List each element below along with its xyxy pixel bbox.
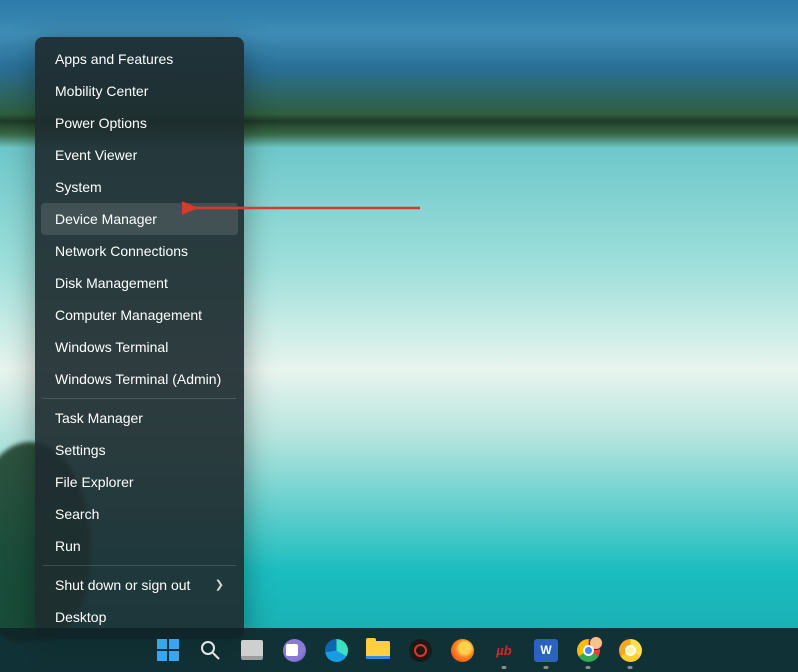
ublock-icon: µb (492, 640, 516, 660)
menu-item-label: Computer Management (55, 299, 202, 331)
menu-search[interactable]: Search (41, 498, 238, 530)
opera-button[interactable] (406, 636, 434, 664)
teams-icon (283, 639, 306, 662)
chrome-canary-button[interactable] (616, 636, 644, 664)
menu-windows-terminal[interactable]: Windows Terminal (41, 331, 238, 363)
file-explorer-button[interactable] (364, 636, 392, 664)
search-icon (199, 639, 221, 661)
edge-button[interactable] (322, 636, 350, 664)
menu-separator (43, 565, 236, 566)
chrome-button[interactable] (574, 636, 602, 664)
menu-item-label: Device Manager (55, 203, 157, 235)
menu-item-label: Search (55, 498, 99, 530)
menu-item-label: Apps and Features (55, 43, 173, 75)
menu-item-label: Settings (55, 434, 106, 466)
menu-item-label: Disk Management (55, 267, 168, 299)
menu-apps-features[interactable]: Apps and Features (41, 43, 238, 75)
winx-context-menu: Apps and FeaturesMobility CenterPower Op… (35, 37, 244, 639)
menu-event-viewer[interactable]: Event Viewer (41, 139, 238, 171)
profile-avatar-icon (589, 636, 603, 650)
start-button[interactable] (154, 636, 182, 664)
menu-separator (43, 398, 236, 399)
chevron-right-icon: ❯ (215, 569, 224, 601)
chrome-icon (577, 639, 600, 662)
menu-item-label: System (55, 171, 102, 203)
folder-icon (366, 641, 390, 659)
menu-item-label: Shut down or sign out (55, 569, 190, 601)
menu-system[interactable]: System (41, 171, 238, 203)
menu-item-label: Power Options (55, 107, 147, 139)
menu-item-label: Event Viewer (55, 139, 137, 171)
menu-item-label: Mobility Center (55, 75, 148, 107)
menu-task-manager[interactable]: Task Manager (41, 402, 238, 434)
task-view-icon (241, 640, 263, 660)
menu-shutdown-signout[interactable]: Shut down or sign out ❯ (41, 569, 238, 601)
menu-network-connections[interactable]: Network Connections (41, 235, 238, 267)
firefox-icon (451, 639, 474, 662)
word-button[interactable]: W (532, 636, 560, 664)
teams-chat-button[interactable] (280, 636, 308, 664)
menu-file-explorer[interactable]: File Explorer (41, 466, 238, 498)
ublock-button[interactable]: µb (490, 636, 518, 664)
menu-item-label: Windows Terminal (Admin) (55, 363, 221, 395)
taskbar: µb W (0, 628, 798, 672)
menu-run[interactable]: Run (41, 530, 238, 562)
firefox-button[interactable] (448, 636, 476, 664)
menu-item-label: Task Manager (55, 402, 143, 434)
menu-computer-management[interactable]: Computer Management (41, 299, 238, 331)
menu-settings[interactable]: Settings (41, 434, 238, 466)
opera-icon (409, 639, 432, 662)
task-view-button[interactable] (238, 636, 266, 664)
menu-item-label: File Explorer (55, 466, 134, 498)
menu-windows-terminal-admin[interactable]: Windows Terminal (Admin) (41, 363, 238, 395)
menu-power-options[interactable]: Power Options (41, 107, 238, 139)
word-icon: W (534, 639, 558, 662)
windows-logo-icon (157, 639, 179, 661)
search-button[interactable] (196, 636, 224, 664)
menu-item-label: Windows Terminal (55, 331, 168, 363)
menu-disk-management[interactable]: Disk Management (41, 267, 238, 299)
menu-device-manager[interactable]: Device Manager (41, 203, 238, 235)
chrome-canary-icon (619, 639, 642, 662)
menu-item-label: Network Connections (55, 235, 188, 267)
menu-mobility-center[interactable]: Mobility Center (41, 75, 238, 107)
edge-icon (325, 639, 348, 662)
menu-item-label: Run (55, 530, 81, 562)
